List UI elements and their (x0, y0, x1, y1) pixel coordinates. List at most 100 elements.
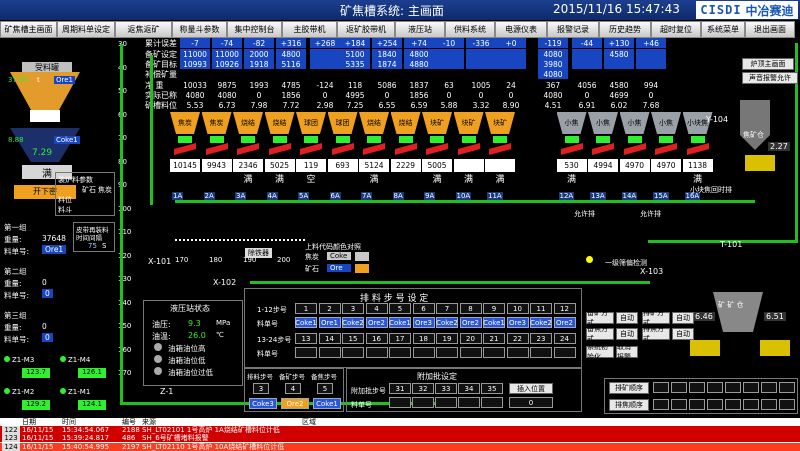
step-r3-5[interactable]: 18 (412, 333, 435, 344)
step-r3-6[interactable]: 19 (436, 333, 458, 344)
cur-num-0[interactable]: 3 (253, 383, 269, 394)
step-r3-10[interactable]: 23 (530, 333, 552, 344)
attach-step-0[interactable]: 31 (389, 383, 411, 394)
nav-1[interactable]: 周期料单设定 (57, 21, 115, 38)
step-r2-3[interactable]: Ore2 (365, 317, 388, 328)
step-r1-11[interactable]: 12 (553, 303, 576, 314)
nav-12[interactable]: 超时复位 (651, 21, 701, 38)
step-r3-3[interactable]: 16 (365, 333, 388, 344)
order-cell-0-6[interactable] (761, 382, 777, 393)
mode-val-4[interactable]: 自动 (672, 328, 694, 340)
order-cell-1-7[interactable] (779, 399, 795, 410)
step-r4-3[interactable] (365, 347, 388, 358)
mode-key-0[interactable]: 备矿方式 (586, 309, 614, 327)
mode-key-2[interactable]: 系统初始化 (586, 343, 614, 361)
alarm-row[interactable]: 122 16/11/15 15:34:54.067 2188 SH_LT02101 1号… (0, 426, 800, 434)
attach-mat-2[interactable] (435, 397, 457, 408)
cur-num-2[interactable]: 5 (317, 383, 333, 394)
step-r4-4[interactable] (389, 347, 411, 358)
nav-6[interactable]: 返矿胶带机 (337, 21, 395, 38)
coke-order-label[interactable]: 排焦顺序 (609, 399, 649, 411)
step-r3-2[interactable]: 15 (342, 333, 364, 344)
alarm-row[interactable]: 124 16/11/15 15:40:54.995 2197 SH_LT02110 1号… (0, 442, 800, 451)
mode-val-2[interactable]: 取消报警 (616, 343, 638, 361)
step-r4-7[interactable] (459, 347, 482, 358)
step-r3-0[interactable]: 13 (295, 333, 317, 344)
alarm-row[interactable]: 123 16/11/15 15:39:24.817 486 SH_6号矿槽堵料报警 (0, 434, 800, 443)
attach-step-4[interactable]: 35 (481, 383, 503, 394)
cur-mat-0[interactable]: Coke3 (249, 398, 277, 409)
attach-mat-3[interactable] (458, 397, 480, 408)
mode-key-3[interactable]: 排矿方式 (642, 309, 670, 327)
step-r1-7[interactable]: 8 (459, 303, 482, 314)
step-r3-1[interactable]: 14 (318, 333, 341, 344)
step-r4-5[interactable] (412, 347, 435, 358)
step-r1-6[interactable]: 7 (436, 303, 458, 314)
mute-button[interactable]: 声音报警允许 (742, 72, 798, 84)
nav-11[interactable]: 历史趋势 (599, 21, 651, 38)
step-r2-7[interactable]: Ore2 (459, 317, 482, 328)
cur-mat-2[interactable]: Coke1 (313, 398, 341, 409)
order-cell-1-3[interactable] (707, 399, 723, 410)
mode-val-1[interactable]: 自动 (616, 328, 638, 340)
step-r4-9[interactable] (506, 347, 529, 358)
nav-10[interactable]: 报警记录 (547, 21, 599, 38)
insert-position-value[interactable]: 0 (509, 397, 553, 408)
step-r4-11[interactable] (553, 347, 576, 358)
step-r2-2[interactable]: Coke2 (342, 317, 364, 328)
step-r3-9[interactable]: 22 (506, 333, 529, 344)
order-cell-0-0[interactable] (653, 382, 669, 393)
step-r1-4[interactable]: 5 (389, 303, 411, 314)
step-r2-9[interactable]: Ore3 (506, 317, 529, 328)
step-r2-1[interactable]: Ore1 (318, 317, 341, 328)
mode-val-3[interactable]: 自动 (672, 312, 694, 324)
order-cell-0-1[interactable] (671, 382, 687, 393)
step-r2-10[interactable]: Coke2 (530, 317, 552, 328)
order-cell-0-7[interactable] (779, 382, 795, 393)
nav-2[interactable]: 返焦返矿 (115, 21, 172, 38)
nav-14[interactable]: 退出画面 (745, 21, 795, 38)
order-cell-1-4[interactable] (725, 399, 741, 410)
nav-3[interactable]: 称量斗参数 (172, 21, 227, 38)
mode-key-1[interactable]: 备焦方式 (586, 325, 614, 343)
step-r3-11[interactable]: 24 (553, 333, 576, 344)
ore-order-label[interactable]: 排矿顺序 (609, 382, 649, 394)
attach-mat-4[interactable] (481, 397, 503, 408)
attach-step-3[interactable]: 34 (458, 383, 480, 394)
attach-mat-1[interactable] (412, 397, 434, 408)
nav-4[interactable]: 集中控制台 (227, 21, 282, 38)
order-cell-1-0[interactable] (653, 399, 669, 410)
step-r2-6[interactable]: Coke2 (436, 317, 458, 328)
step-r1-8[interactable]: 9 (483, 303, 505, 314)
mode-val-0[interactable]: 自动 (616, 312, 638, 324)
step-r2-4[interactable]: Coke1 (389, 317, 411, 328)
cur-mat-1[interactable]: Ore2 (281, 398, 309, 409)
step-r2-11[interactable]: Ore2 (553, 317, 576, 328)
step-r1-10[interactable]: 11 (530, 303, 552, 314)
step-r4-10[interactable] (530, 347, 552, 358)
nav-7[interactable]: 液压站 (395, 21, 445, 38)
attach-step-2[interactable]: 33 (435, 383, 457, 394)
step-r2-8[interactable]: Coke1 (483, 317, 505, 328)
step-r1-1[interactable]: 2 (318, 303, 341, 314)
order-cell-0-2[interactable] (689, 382, 705, 393)
order-cell-0-4[interactable] (725, 382, 741, 393)
step-r3-8[interactable]: 21 (483, 333, 505, 344)
step-r2-0[interactable]: Coke1 (295, 317, 317, 328)
order-cell-0-3[interactable] (707, 382, 723, 393)
cur-num-1[interactable]: 4 (285, 383, 301, 394)
step-r4-1[interactable] (318, 347, 341, 358)
top-main-button[interactable]: 炉顶主画面 (742, 58, 794, 70)
attach-step-1[interactable]: 32 (412, 383, 434, 394)
step-r2-5[interactable]: Ore3 (412, 317, 435, 328)
iron-remover[interactable]: 除铁器 (245, 248, 272, 258)
attach-mat-0[interactable] (389, 397, 411, 408)
step-r4-8[interactable] (483, 347, 505, 358)
order-cell-1-1[interactable] (671, 399, 687, 410)
step-r3-7[interactable]: 20 (459, 333, 482, 344)
order-cell-1-6[interactable] (761, 399, 777, 410)
step-r1-0[interactable]: 1 (295, 303, 317, 314)
nav-5[interactable]: 主胶带机 (282, 21, 337, 38)
step-r4-0[interactable] (295, 347, 317, 358)
step-r1-5[interactable]: 6 (412, 303, 435, 314)
